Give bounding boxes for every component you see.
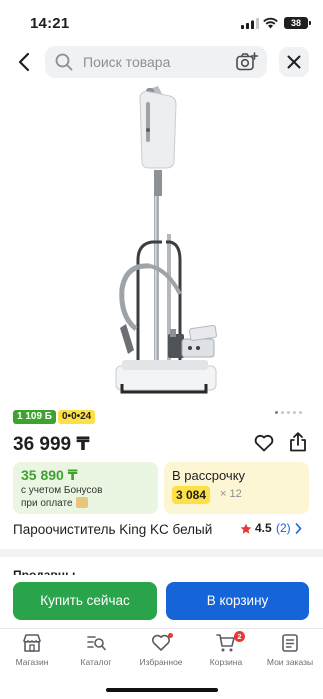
bonus-price: 35 890 ₸ (21, 467, 78, 483)
rating-value: 4.5 (255, 521, 272, 535)
payment-card-icon (75, 497, 88, 508)
orders-icon (282, 634, 298, 652)
cart-count-badge: 2 (234, 631, 245, 642)
tab-label: Каталог (80, 657, 112, 667)
close-icon (287, 55, 301, 69)
favorites-notification-dot (168, 633, 173, 638)
bonus-note-line2: при оплате (21, 497, 88, 510)
product-image[interactable] (70, 84, 260, 400)
close-button[interactable] (279, 47, 309, 77)
status-time: 14:21 (30, 15, 70, 32)
bonus-note-text: при оплате (21, 498, 73, 510)
bonus-price-card[interactable]: 35 890 ₸ с учетом Бонусов при оплате (13, 462, 158, 514)
tab-cart[interactable]: 2 Корзина (194, 631, 258, 667)
buy-now-button[interactable]: Купить сейчас (13, 582, 157, 620)
top-header: Поиск товара (0, 44, 323, 82)
back-arrow-icon[interactable] (14, 50, 36, 74)
gallery-dot (299, 411, 302, 414)
installment-monthly: 3 084 (172, 486, 211, 504)
gallery-pagination (275, 411, 302, 414)
product-title: Пароочиститель King KC белый (13, 522, 213, 537)
tab-label: Корзина (209, 657, 243, 667)
chevron-right-icon (295, 523, 302, 534)
product-page: 14:21 38 Поиск товара 1 109 Б 0•0•24 36 … (0, 0, 323, 699)
tab-orders[interactable]: Мои заказы (258, 633, 322, 667)
product-price: 36 999 ₸ (13, 434, 90, 455)
gallery-dot (275, 411, 278, 414)
gallery-dot (287, 411, 290, 414)
installment-card[interactable]: В рассрочку 3 084 × 12 (164, 462, 309, 514)
section-divider (0, 549, 323, 557)
tab-label: Магазин (15, 657, 49, 667)
battery-indicator: 38 (284, 17, 311, 29)
bonus-note-line1: с учетом Бонусов (21, 485, 103, 496)
search-icon (55, 53, 73, 71)
camera-search-icon[interactable] (236, 52, 258, 72)
tab-catalog[interactable]: Каталог (64, 633, 128, 667)
promo-badges: 1 109 Б 0•0•24 (13, 410, 96, 424)
wifi-icon (263, 17, 278, 29)
installment-title: В рассрочку (172, 468, 246, 483)
tab-shop[interactable]: Магазин (0, 633, 64, 667)
action-bar: Купить сейчас В корзину (0, 578, 323, 628)
home-indicator (106, 688, 218, 692)
star-icon (240, 523, 252, 534)
search-bar[interactable]: Поиск товара (45, 46, 267, 78)
catalog-search-icon (87, 636, 106, 651)
installment-months: × 12 (220, 488, 242, 500)
sellers-section-title: Продавцы (13, 569, 75, 575)
gallery-dot (293, 411, 296, 414)
tab-label: Избранное (139, 657, 183, 667)
cellular-signal-icon (241, 18, 259, 29)
favorite-heart-icon[interactable] (254, 434, 274, 452)
status-bar: 14:21 38 (0, 0, 323, 44)
tab-label: Мои заказы (266, 657, 314, 667)
bonus-badge: 1 109 Б (13, 410, 56, 424)
tab-favorites[interactable]: Избранное (129, 633, 193, 667)
search-placeholder[interactable]: Поиск товара (83, 54, 170, 70)
gallery-dot (281, 411, 284, 414)
installment-badge: 0•0•24 (58, 410, 96, 424)
review-count[interactable]: (2) (276, 521, 291, 535)
add-to-cart-button[interactable]: В корзину (166, 582, 309, 620)
cart-icon (216, 634, 235, 652)
share-icon[interactable] (289, 432, 307, 452)
shop-icon (23, 634, 41, 652)
